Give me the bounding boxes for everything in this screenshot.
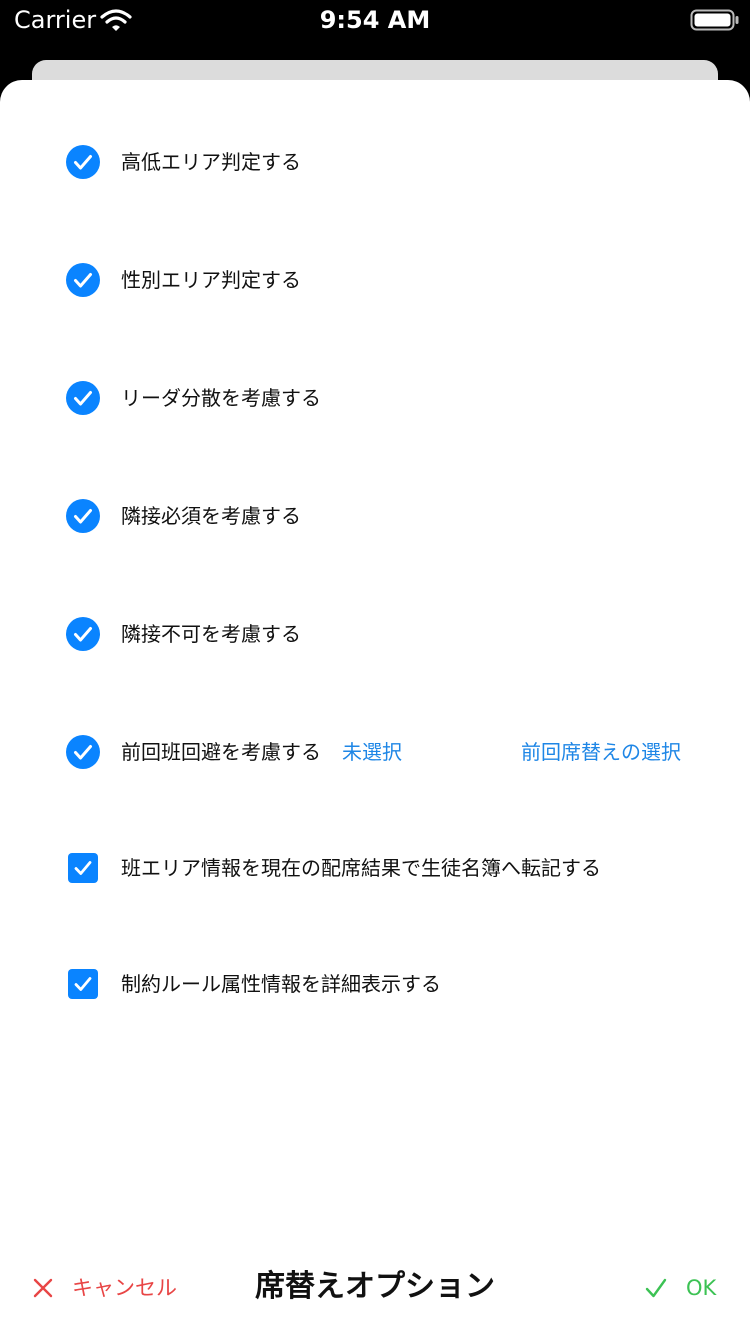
option-label: 前回班回避を考慮する (121, 740, 321, 764)
option-label: 隣接不可を考慮する (121, 622, 301, 646)
option-label: 隣接必須を考慮する (121, 504, 301, 528)
checkmark-circle-icon[interactable] (66, 499, 100, 533)
option-label: 性別エリア判定する (121, 268, 301, 292)
option-show-rule-details[interactable]: 制約ルール属性情報を詳細表示する (66, 965, 706, 1003)
option-previous-group-avoid[interactable]: 前回班回避を考慮する 未選択 前回席替えの選択 (66, 733, 706, 771)
checkmark-circle-icon[interactable] (66, 381, 100, 415)
option-label: 制約ルール属性情報を詳細表示する (121, 972, 441, 996)
checkbox-checked-icon[interactable] (68, 969, 98, 999)
option-label: 班エリア情報を現在の配席結果で生徒名簿へ転記する (121, 856, 601, 880)
status-bar: Carrier 9:54 AM (0, 0, 750, 40)
checkbox-checked-icon[interactable] (68, 853, 98, 883)
select-previous-seating-button[interactable]: 前回席替えの選択 (521, 733, 681, 771)
option-transcribe-group-area[interactable]: 班エリア情報を現在の配席結果で生徒名簿へ転記する (66, 849, 706, 887)
checkmark-circle-icon[interactable] (66, 263, 100, 297)
bottom-toolbar: キャンセル 席替えオプション OK (0, 1256, 750, 1318)
options-sheet: 高低エリア判定する 性別エリア判定する リーダ分散を考慮する 隣接必須を考慮する… (0, 80, 750, 1334)
page-title: 席替えオプション (255, 1269, 495, 1304)
option-gender-area[interactable]: 性別エリア判定する (66, 261, 706, 299)
status-time: 9:54 AM (319, 6, 431, 34)
checkmark-circle-icon[interactable] (66, 735, 100, 769)
option-adjacency-required[interactable]: 隣接必須を考慮する (66, 497, 706, 535)
previous-selection-status: 未選択 (342, 740, 402, 764)
option-adjacency-forbidden[interactable]: 隣接不可を考慮する (66, 615, 706, 653)
option-leader-distribution[interactable]: リーダ分散を考慮する (66, 379, 706, 417)
option-label: リーダ分散を考慮する (121, 386, 321, 410)
checkmark-circle-icon[interactable] (66, 145, 100, 179)
checkmark-icon[interactable] (644, 1276, 668, 1300)
option-label: 高低エリア判定する (121, 150, 301, 174)
option-height-area[interactable]: 高低エリア判定する (66, 143, 706, 181)
battery-icon (690, 9, 739, 31)
ok-button[interactable]: OK (686, 1270, 716, 1306)
checkmark-circle-icon[interactable] (66, 617, 100, 651)
